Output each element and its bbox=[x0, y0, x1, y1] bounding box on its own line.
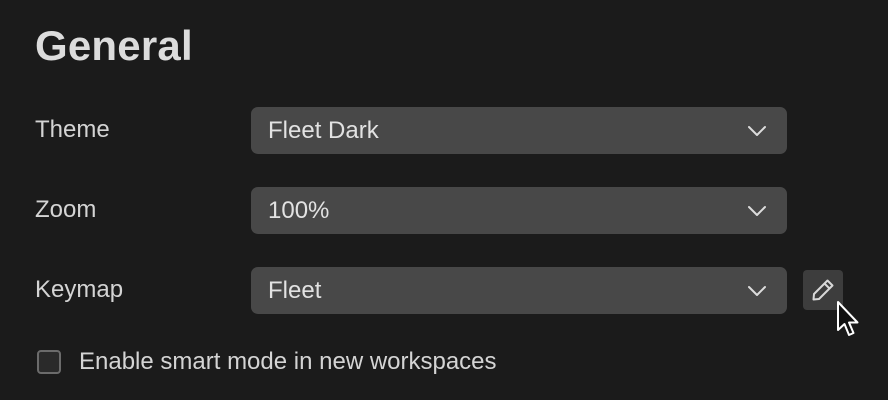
chevron-down-icon bbox=[748, 205, 766, 216]
smart-mode-option[interactable]: Enable smart mode in new workspaces bbox=[37, 347, 497, 377]
theme-label: Theme bbox=[35, 116, 110, 143]
settings-general-panel: General Theme Fleet Dark Zoom 100% Keyma… bbox=[0, 0, 888, 400]
theme-dropdown[interactable]: Fleet Dark bbox=[251, 107, 787, 154]
smart-mode-checkbox[interactable] bbox=[37, 350, 61, 374]
zoom-dropdown-value: 100% bbox=[268, 196, 330, 224]
zoom-label: Zoom bbox=[35, 196, 97, 223]
pencil-icon bbox=[812, 279, 834, 301]
chevron-down-icon bbox=[748, 285, 766, 296]
mouse-pointer-icon bbox=[837, 301, 859, 336]
keymap-dropdown[interactable]: Fleet bbox=[251, 267, 787, 314]
keymap-label: Keymap bbox=[35, 276, 124, 303]
zoom-dropdown[interactable]: 100% bbox=[251, 187, 787, 234]
keymap-dropdown-value: Fleet bbox=[268, 276, 322, 304]
section-title: General bbox=[35, 22, 193, 69]
theme-dropdown-value: Fleet Dark bbox=[268, 116, 379, 144]
chevron-down-icon bbox=[748, 125, 766, 136]
smart-mode-label: Enable smart mode in new workspaces bbox=[79, 348, 497, 375]
